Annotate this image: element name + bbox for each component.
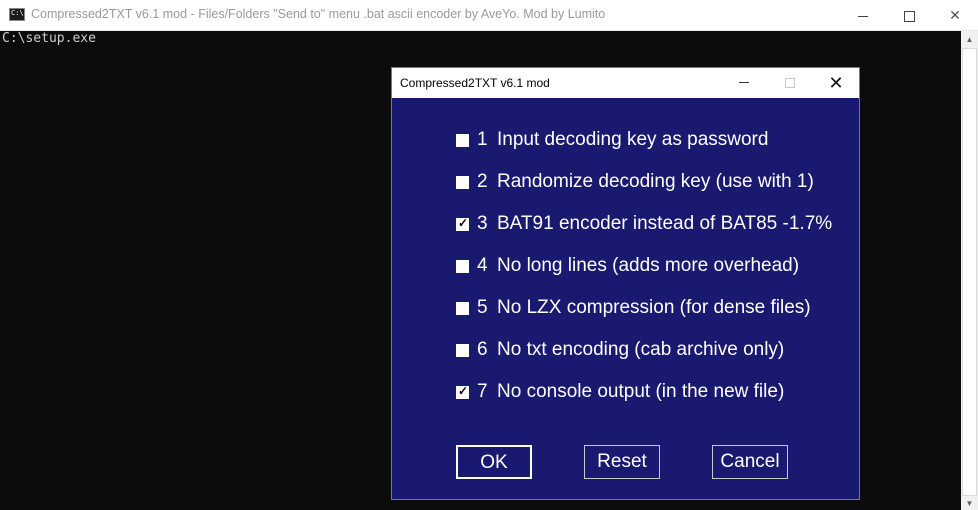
option-5-label[interactable]: No LZX compression (for dense files): [497, 297, 811, 319]
maximize-icon: [903, 10, 915, 22]
minimize-button[interactable]: [840, 0, 886, 30]
options-dialog: Compressed2TXT v6.1 mod ✕ ✓ 1 Input deco…: [391, 67, 860, 500]
minimize-icon: [739, 82, 749, 84]
cancel-button[interactable]: Cancel: [712, 445, 788, 479]
option-4-number: 4: [477, 255, 488, 276]
option-7-label[interactable]: No console output (in the new file): [497, 381, 784, 403]
dialog-title: Compressed2TXT v6.1 mod: [400, 76, 550, 90]
dialog-maximize-button: [767, 68, 813, 98]
dialog-titlebar[interactable]: Compressed2TXT v6.1 mod ✕: [392, 68, 859, 98]
option-3-number: 3: [477, 213, 488, 234]
close-button[interactable]: ✕: [932, 0, 978, 30]
option-2-number: 2: [477, 171, 488, 192]
maximize-button[interactable]: [886, 0, 932, 30]
reset-button[interactable]: Reset: [584, 445, 660, 479]
option-2-label[interactable]: Randomize decoding key (use with 1): [497, 171, 814, 193]
option-4-label[interactable]: No long lines (adds more overhead): [497, 255, 799, 277]
option-2-checkbox[interactable]: ✓: [456, 176, 469, 189]
option-1-label[interactable]: Input decoding key as password: [497, 129, 768, 151]
option-7-number: 7: [477, 381, 488, 402]
option-5-number: 5: [477, 297, 488, 318]
option-3-label[interactable]: BAT91 encoder instead of BAT85 -1.7%: [497, 213, 832, 235]
option-5-checkbox[interactable]: ✓: [456, 302, 469, 315]
scroll-down-arrow-icon[interactable]: ▼: [961, 497, 978, 510]
option-1-number: 1: [477, 129, 488, 150]
console-prompt-line: C:\setup.exe: [2, 31, 96, 46]
option-6-number: 6: [477, 339, 488, 360]
option-6-checkbox[interactable]: ✓: [456, 344, 469, 357]
scroll-thumb[interactable]: [962, 48, 977, 496]
option-6-label[interactable]: No txt encoding (cab archive only): [497, 339, 784, 361]
close-icon: ✕: [949, 7, 961, 23]
console-titlebar[interactable]: Compressed2TXT v6.1 mod - Files/Folders …: [0, 0, 978, 31]
option-7-checkbox[interactable]: ✓: [456, 384, 469, 399]
ok-button[interactable]: OK: [456, 445, 532, 479]
console-title: Compressed2TXT v6.1 mod - Files/Folders …: [31, 7, 606, 21]
console-scrollbar[interactable]: ▲ ▼: [961, 31, 978, 510]
minimize-icon: [858, 15, 868, 17]
option-1-checkbox[interactable]: ✓: [456, 134, 469, 147]
option-4-checkbox[interactable]: ✓: [456, 260, 469, 273]
close-icon: ✕: [828, 73, 844, 93]
option-3-checkbox[interactable]: ✓: [456, 216, 469, 231]
maximize-icon: [785, 77, 795, 88]
scroll-up-arrow-icon[interactable]: ▲: [961, 31, 978, 48]
command-prompt-icon: [9, 8, 25, 21]
dialog-close-button[interactable]: ✕: [813, 68, 859, 98]
dialog-minimize-button[interactable]: [721, 68, 767, 98]
